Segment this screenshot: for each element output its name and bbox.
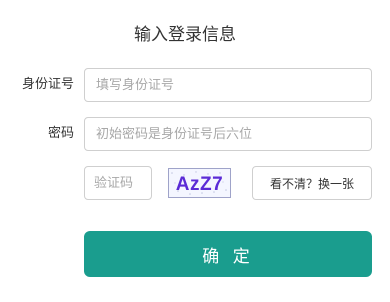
login-form: 输入登录信息 身份证号 密码 AzZ7 看不清？换一张 确 定 xyxy=(0,0,390,302)
captcha-image[interactable]: AzZ7 xyxy=(168,168,231,198)
form-title: 输入登录信息 xyxy=(134,25,236,45)
captcha-noise: AzZ7 xyxy=(171,171,227,195)
refresh-captcha-button[interactable]: 看不清？换一张 xyxy=(252,166,372,200)
submit-button[interactable]: 确 定 xyxy=(84,231,372,277)
captcha-text: AzZ7 xyxy=(176,174,223,195)
captcha-input[interactable] xyxy=(84,166,152,200)
id-number-label: 身份证号 xyxy=(21,77,74,92)
password-input[interactable] xyxy=(84,117,372,151)
password-label: 密码 xyxy=(47,126,74,141)
id-number-input[interactable] xyxy=(84,68,372,102)
